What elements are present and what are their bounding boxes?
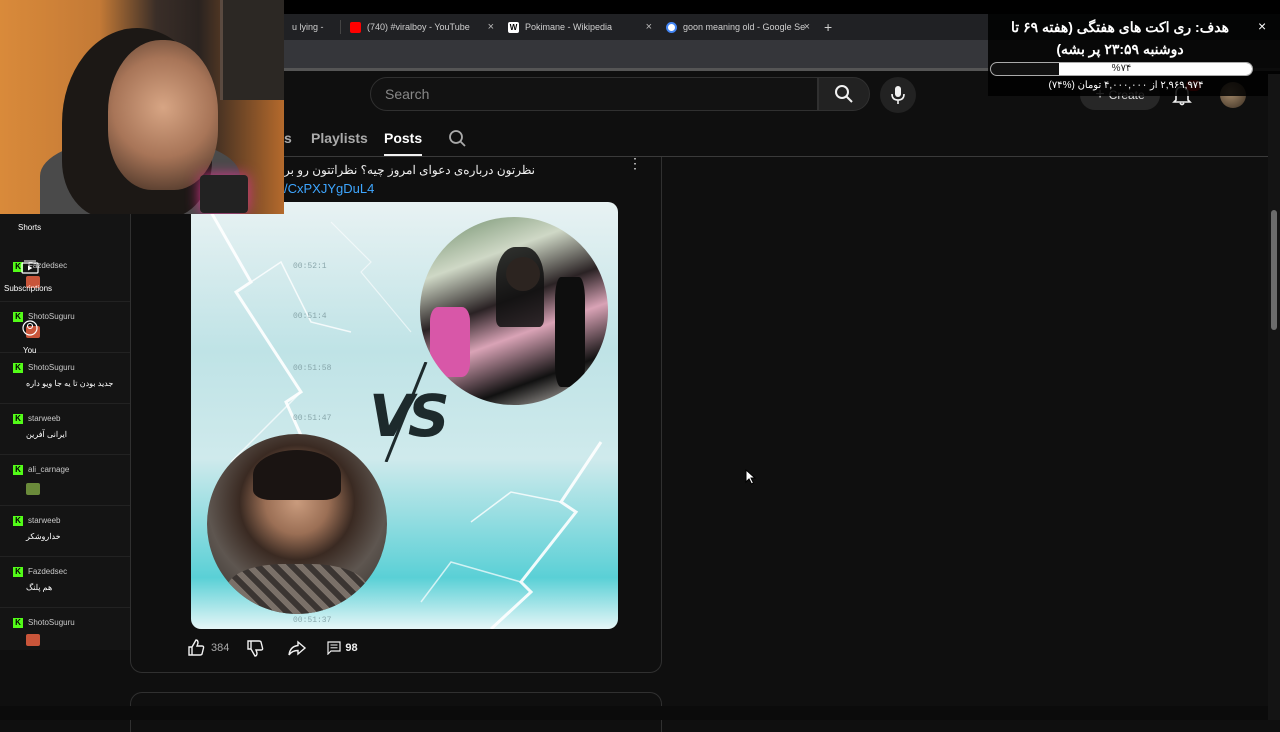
chat-username: starweeb [28, 516, 61, 525]
comment-count: 98 [345, 642, 358, 654]
man-photo-circle [207, 434, 387, 614]
voice-search-button[interactable] [880, 77, 916, 113]
kick-logo-icon: K [13, 414, 23, 424]
post-actions-bar: 384 98 [186, 638, 358, 658]
chat-message: K Fazdedsec [0, 252, 130, 302]
hair-shape [496, 247, 544, 327]
thumbs-down-icon [247, 640, 264, 657]
tab-playlists[interactable]: Playlists [311, 130, 368, 146]
shirt-shape [227, 564, 367, 614]
background-shelf [220, 0, 284, 100]
chat-message: K ShotoSuguru [0, 302, 130, 353]
sidebar-item-subscriptions[interactable]: Subscriptions [4, 284, 52, 293]
chat-message: K starweeb ایرانی آفرین [0, 404, 130, 455]
post-menu-icon[interactable]: ⋮ [628, 155, 642, 172]
chat-text: ایرانی آفرین [26, 430, 67, 439]
thumbs-up-icon [188, 639, 205, 656]
chat-message: K ali_carnage [0, 455, 130, 506]
share-button[interactable] [287, 638, 307, 658]
scrollbar-track[interactable] [1268, 74, 1280, 720]
tab-4-title: goon meaning old - Google Se [683, 22, 806, 32]
tab-2-close-icon[interactable]: × [488, 21, 494, 33]
hair-shape [253, 450, 341, 500]
you-icon[interactable] [22, 320, 38, 336]
youtube-favicon-icon [350, 21, 361, 33]
comment-icon [327, 641, 341, 655]
post-text: نظرتون درباره‌ی دعوای امروز چیه؟ نظراتتو… [284, 163, 536, 177]
kick-logo-icon: K [13, 465, 23, 475]
chat-username: ShotoSuguru [28, 618, 75, 627]
group-photo-circle [420, 217, 608, 405]
comments-button[interactable]: 98 [327, 641, 358, 655]
tab-2-title: (740) #viralboy - YouTube [367, 22, 470, 32]
tab-4-close-icon[interactable]: × [804, 21, 810, 33]
streamer-face-shape [108, 40, 218, 190]
video-timestamp: 00:52:1 [293, 262, 327, 271]
video-timestamp: 00:51:58 [293, 364, 332, 373]
kick-logo-icon: K [13, 516, 23, 526]
chat-message: K Fazdedsec هم پلنگ [0, 557, 130, 608]
search-button[interactable] [818, 77, 870, 111]
dislike-button[interactable] [245, 638, 265, 658]
tab-separator [340, 20, 341, 34]
video-timestamp: 00:51:4 [293, 312, 327, 321]
kick-logo-icon: K [13, 567, 23, 577]
emote-icon [26, 483, 40, 495]
browser-tab-1[interactable]: u lying - [284, 14, 344, 40]
chat-message: K starweeb خداروشکر [0, 506, 130, 557]
wikipedia-favicon-icon: W [508, 21, 519, 33]
browser-tab-3[interactable]: W Pokimane - Wikipedia × [500, 14, 658, 40]
new-tab-plus-icon: + [824, 19, 833, 35]
chat-message: K ShotoSuguru جدید بودن تا یه جا ویو دار… [0, 353, 130, 404]
chat-text: هم پلنگ [26, 583, 53, 592]
sidebar-item-shorts[interactable]: Shorts [18, 223, 41, 232]
goal-title: هدف: ری اکت های هفتگی (هفته ۶۹ تا دوشنبه… [1011, 19, 1229, 57]
tab-3-title: Pokimane - Wikipedia [525, 22, 613, 32]
chat-message: K ShotoSuguru [0, 608, 130, 650]
microphone-shape [200, 175, 248, 213]
emote-icon [26, 634, 40, 646]
scrollbar-thumb[interactable] [1271, 210, 1277, 330]
browser-tab-2[interactable]: (740) #viralboy - YouTube × [342, 14, 500, 40]
pink-dress-shape [430, 307, 470, 377]
stream-chat-panel: Shorts K Fazdedsec Subscriptions K Shoto… [0, 214, 130, 650]
chat-username: starweeb [28, 414, 61, 423]
like-count: 384 [211, 642, 230, 654]
tab-3-close-icon[interactable]: × [646, 21, 652, 33]
bottom-bar [0, 706, 1268, 720]
post-link[interactable]: /CxPXJYgDuL4 [284, 181, 374, 196]
chat-text: خداروشکر [26, 532, 61, 541]
search-input[interactable]: Search [370, 77, 818, 111]
video-timestamp: 00:51:47 [293, 414, 332, 423]
subscriptions-icon[interactable] [21, 260, 39, 274]
tab-partial[interactable]: s [284, 130, 292, 146]
google-favicon-icon [666, 21, 677, 33]
goal-amount: ۲,۹۶۹,۹۷۴ از ۴,۰۰۰,۰۰۰ تومان (%۷۴) [1048, 80, 1204, 91]
post-image[interactable]: 00:52:1 00:51:4 00:51:58 00:51:47 00:51:… [191, 202, 618, 629]
channel-search-icon[interactable] [448, 129, 468, 149]
browser-tab-4[interactable]: goon meaning old - Google Se × [658, 14, 816, 40]
streamer-webcam [0, 0, 284, 214]
kick-logo-icon: K [13, 618, 23, 628]
close-icon[interactable]: × [1258, 18, 1266, 34]
tab-1-title: u lying - [292, 22, 324, 32]
versus-slash [384, 362, 428, 462]
chat-text: جدید بودن تا یه جا ویو داره [26, 379, 114, 388]
search-icon [835, 85, 853, 103]
goal-percent: %۷۴ [1111, 63, 1132, 74]
dark-figure-shape [555, 277, 585, 387]
share-icon [288, 640, 307, 656]
chat-username: ali_carnage [28, 465, 70, 474]
like-button[interactable]: 384 [186, 638, 229, 658]
video-timestamp: 00:51:37 [293, 616, 332, 625]
search-placeholder: Search [385, 86, 430, 102]
kick-logo-icon: K [13, 363, 23, 373]
new-tab-button[interactable]: + [816, 14, 846, 40]
tab-posts[interactable]: Posts [384, 130, 422, 146]
chat-username: Fazdedsec [28, 567, 68, 576]
chat-username: ShotoSuguru [28, 363, 75, 372]
microphone-icon [891, 86, 905, 104]
mouse-cursor-icon [745, 469, 757, 485]
